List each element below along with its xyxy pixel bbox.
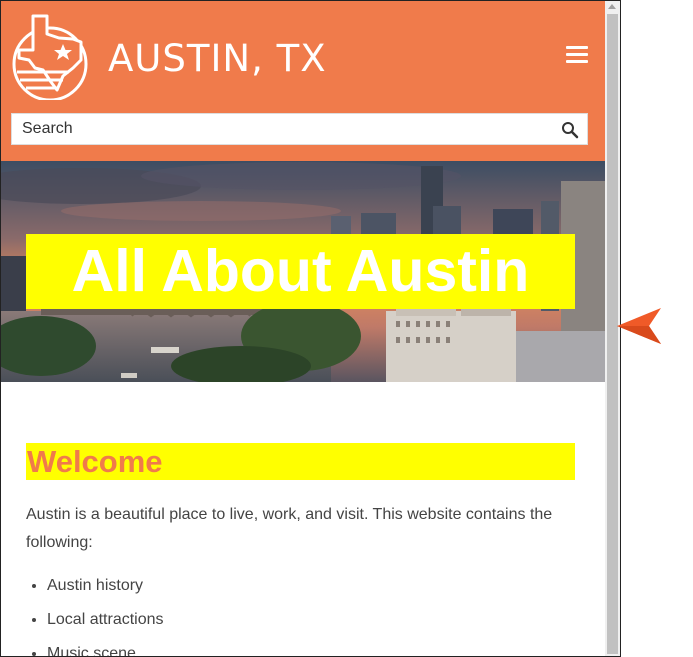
hamburger-menu-icon[interactable]	[566, 46, 588, 64]
hero-title: All About Austin	[26, 234, 575, 309]
site-title[interactable]: AUSTIN, TX	[108, 37, 327, 80]
intro-paragraph: Austin is a beautiful place to live, wor…	[26, 506, 553, 551]
list-item: Local attractions	[47, 606, 164, 640]
search-icon[interactable]	[561, 121, 579, 139]
list-item: Austin history	[47, 572, 164, 606]
hero-banner: All About Austin	[1, 161, 605, 382]
search-bar	[11, 113, 588, 145]
welcome-heading: Welcome	[26, 443, 575, 480]
browser-viewport: AUSTIN, TX Search All About Austin Welco…	[0, 0, 621, 657]
texas-star-logo-icon[interactable]	[11, 10, 91, 100]
scroll-up-arrow-icon[interactable]	[608, 4, 616, 9]
feature-list: Austin history Local attractions Music s…	[26, 572, 164, 656]
search-input[interactable]	[12, 114, 572, 144]
site-header: AUSTIN, TX	[1, 1, 605, 161]
arrow-pointer-icon	[617, 308, 661, 344]
list-item: Music scene	[47, 640, 164, 656]
